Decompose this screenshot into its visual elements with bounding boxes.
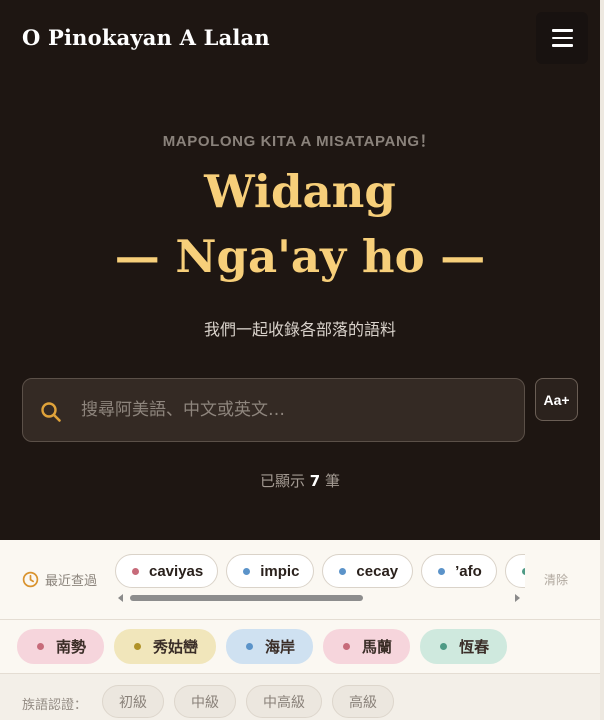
result-count-prefix: 已顯示 [259, 472, 305, 490]
recent-chip-dot [243, 567, 251, 575]
recent-chip[interactable]: ’afo [421, 554, 497, 588]
clock-icon [22, 571, 39, 588]
recent-chip-label: ’afo [455, 562, 482, 580]
recent-label-text: 最近查過 [45, 574, 98, 589]
recent-label: 最近查過 [22, 570, 97, 589]
region-chip[interactable]: 馬蘭 [323, 629, 411, 664]
recent-chip-label: cecay [356, 562, 399, 580]
region-chip-dot [37, 643, 44, 650]
region-chip-dot [134, 643, 142, 650]
recent-horizontal-scrollbar[interactable] [118, 593, 520, 603]
hero-tagline: MAPOLONG KITA A MISATAPANG！ [162, 133, 436, 150]
recent-chip-dot [521, 567, 525, 575]
search-box[interactable] [22, 378, 525, 442]
region-filter-row: 南勢 秀姑巒 海岸 馬蘭 恆春 [0, 620, 604, 674]
recent-chip-dot [132, 567, 139, 575]
recent-chip[interactable]: caviyas [115, 554, 219, 588]
level-chip[interactable]: 高級 [332, 685, 394, 718]
hero-headline-line1: Widang [204, 165, 396, 218]
region-chip-dot [440, 643, 448, 650]
scrollbar-thumb[interactable] [130, 595, 363, 601]
recent-searches-bar: 最近查過 caviyas impic cecay ’afo ’ [0, 540, 604, 620]
result-count-suffix: 筆 [325, 472, 341, 490]
region-chip[interactable]: 南勢 [17, 629, 105, 664]
recent-chip[interactable]: cecay [322, 554, 414, 588]
level-filter-row: 族語認證： 初級 中級 中高級 高級 [0, 674, 604, 720]
recent-chip-label: caviyas [149, 562, 204, 580]
region-chip-label: 馬蘭 [362, 638, 393, 656]
recent-chip-label: impic [260, 562, 300, 580]
region-chip[interactable]: 恆春 [420, 629, 508, 664]
app-title[interactable]: O Pinokayan A Lalan [22, 25, 270, 50]
page-edge [600, 0, 604, 720]
result-count: 已顯示 7 筆 [0, 470, 600, 491]
recent-chip-dot [438, 567, 446, 575]
recent-chip[interactable]: impic [226, 554, 315, 588]
region-chip-label: 海岸 [265, 638, 296, 656]
level-chip[interactable]: 中級 [174, 685, 236, 718]
level-chip[interactable]: 中高級 [246, 685, 322, 718]
level-chip[interactable]: 初級 [102, 685, 164, 718]
recent-chip-dot [339, 567, 347, 575]
region-chip-label: 秀姑巒 [153, 638, 199, 656]
hamburger-menu-icon [551, 29, 573, 32]
result-count-number: 7 [309, 472, 321, 490]
region-chip-dot [343, 643, 351, 650]
hero-headline-line2: — Nga'ay ho — [114, 230, 486, 283]
menu-button[interactable] [536, 12, 588, 64]
clear-recent-button[interactable]: 清除 [544, 571, 568, 588]
font-size-button[interactable]: Aa+ [535, 378, 578, 421]
search-icon [41, 402, 61, 422]
recent-chips-scroller[interactable]: caviyas impic cecay ’afo ’ [115, 554, 525, 594]
region-chip-label: 恆春 [459, 638, 490, 656]
hero-section: O Pinokayan A Lalan MAPOLONG KITA A MISA… [0, 0, 604, 540]
scroll-right-arrow-icon[interactable] [515, 594, 520, 602]
hero-subtitle: 我們一起收錄各部落的語料 [203, 320, 396, 339]
region-chip-dot [246, 643, 254, 650]
region-chip[interactable]: 海岸 [226, 629, 314, 664]
level-filter-label: 族語認證： [22, 698, 88, 713]
recent-chip[interactable]: ’ [504, 554, 525, 588]
region-chip-label: 南勢 [56, 638, 87, 656]
search-input[interactable] [81, 393, 511, 427]
region-chip[interactable]: 秀姑巒 [114, 629, 217, 664]
scroll-left-arrow-icon[interactable] [118, 594, 123, 602]
